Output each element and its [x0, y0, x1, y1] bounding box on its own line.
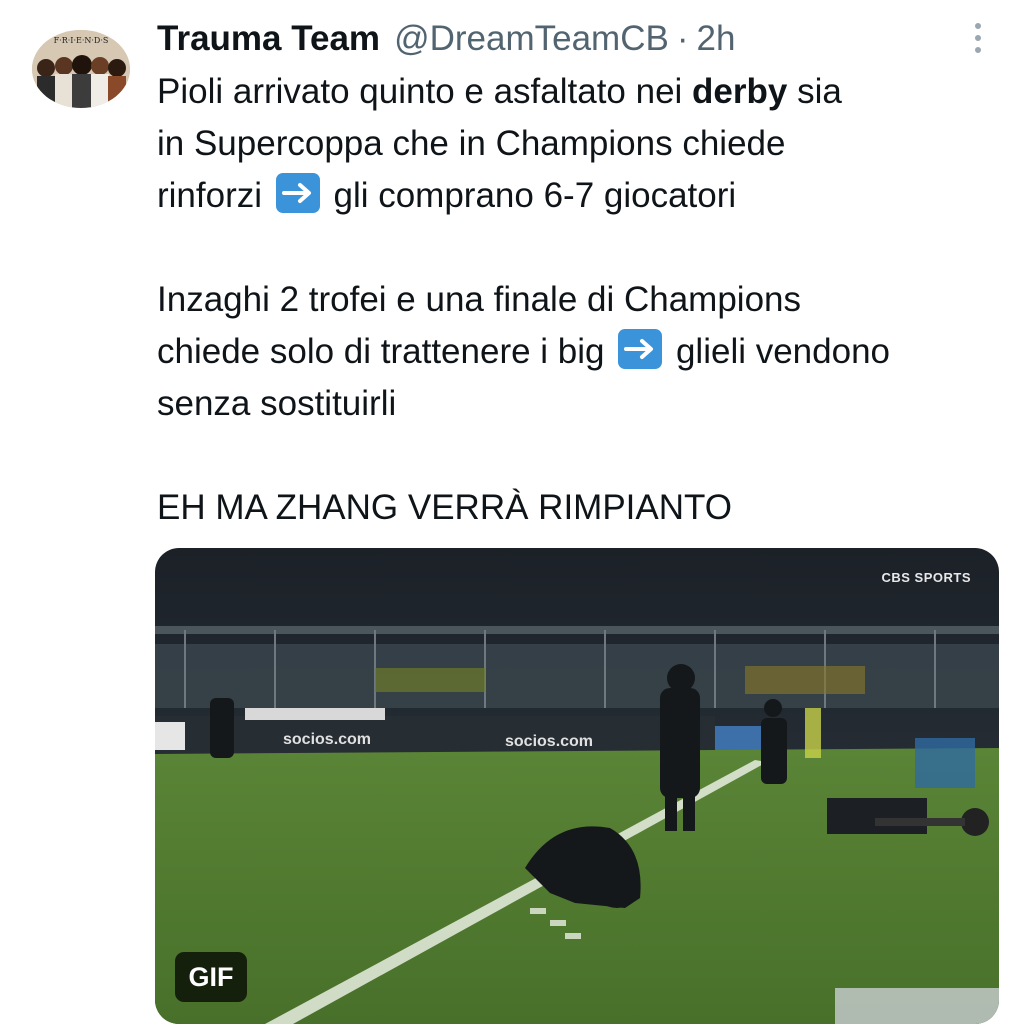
tweet-line: rinforzi gli comprano 6-7 giocatori	[157, 170, 1007, 222]
text-run: glieli vendono	[666, 332, 891, 371]
tweet-line: chiede solo di trattenere i big glieli v…	[157, 326, 1007, 378]
avatar-logo-text: F·R·I·E·N·D·S	[54, 36, 109, 45]
text-run: Pioli arrivato quinto e asfaltato nei	[157, 72, 693, 111]
text-run: gli comprano 6-7 giocatori	[323, 176, 737, 215]
author-handle[interactable]: @DreamTeamCB	[394, 19, 669, 59]
more-options-button[interactable]	[968, 18, 988, 58]
gif-badge: GIF	[175, 952, 247, 1002]
tweet-paragraph-2: Inzaghi 2 trofei e una finale di Champio…	[157, 274, 1007, 430]
ad-board-text-1: socios.com	[283, 731, 371, 748]
tweet-line: in Supercoppa che in Champions chiede	[157, 124, 786, 163]
tweet-text: Pioli arrivato quinto e asfaltato nei de…	[157, 66, 1007, 534]
bold-text-run: derby	[692, 72, 788, 111]
avatar-image: F·R·I·E·N·D·S	[32, 30, 130, 108]
more-vertical-icon	[975, 23, 981, 53]
text-run: chiede solo di trattenere i big	[157, 332, 615, 371]
tweet-line: Pioli arrivato quinto e asfaltato nei de…	[157, 66, 1007, 118]
ad-board-text-2: socios.com	[505, 733, 593, 750]
tweet-timestamp[interactable]: 2h	[696, 19, 735, 59]
broadcaster-logo: CBS SPORTS	[881, 570, 971, 585]
tweet-media-gif[interactable]: socios.com socios.com CBS SPORTS GIF	[155, 548, 999, 1024]
tweet-header: Trauma Team @DreamTeamCB · 2h	[157, 14, 735, 64]
text-run: sia	[787, 72, 842, 111]
tweet-paragraph-1: Pioli arrivato quinto e asfaltato nei de…	[157, 66, 1007, 222]
gif-frame: socios.com socios.com	[155, 548, 999, 1024]
tweet-line: Inzaghi 2 trofei e una finale di Champio…	[157, 280, 802, 319]
tweet-line: senza sostituirli	[157, 384, 397, 423]
avatar[interactable]: F·R·I·E·N·D·S	[32, 30, 130, 108]
tweet-paragraph-3: EH MA ZHANG VERRÀ RIMPIANTO	[157, 482, 1007, 534]
separator-dot: ·	[676, 19, 689, 58]
right-arrow-emoji-icon	[275, 173, 320, 213]
tweet-line: EH MA ZHANG VERRÀ RIMPIANTO	[157, 488, 732, 527]
text-run: rinforzi	[157, 176, 272, 215]
right-arrow-emoji-icon	[618, 329, 663, 369]
author-name[interactable]: Trauma Team	[157, 19, 380, 59]
